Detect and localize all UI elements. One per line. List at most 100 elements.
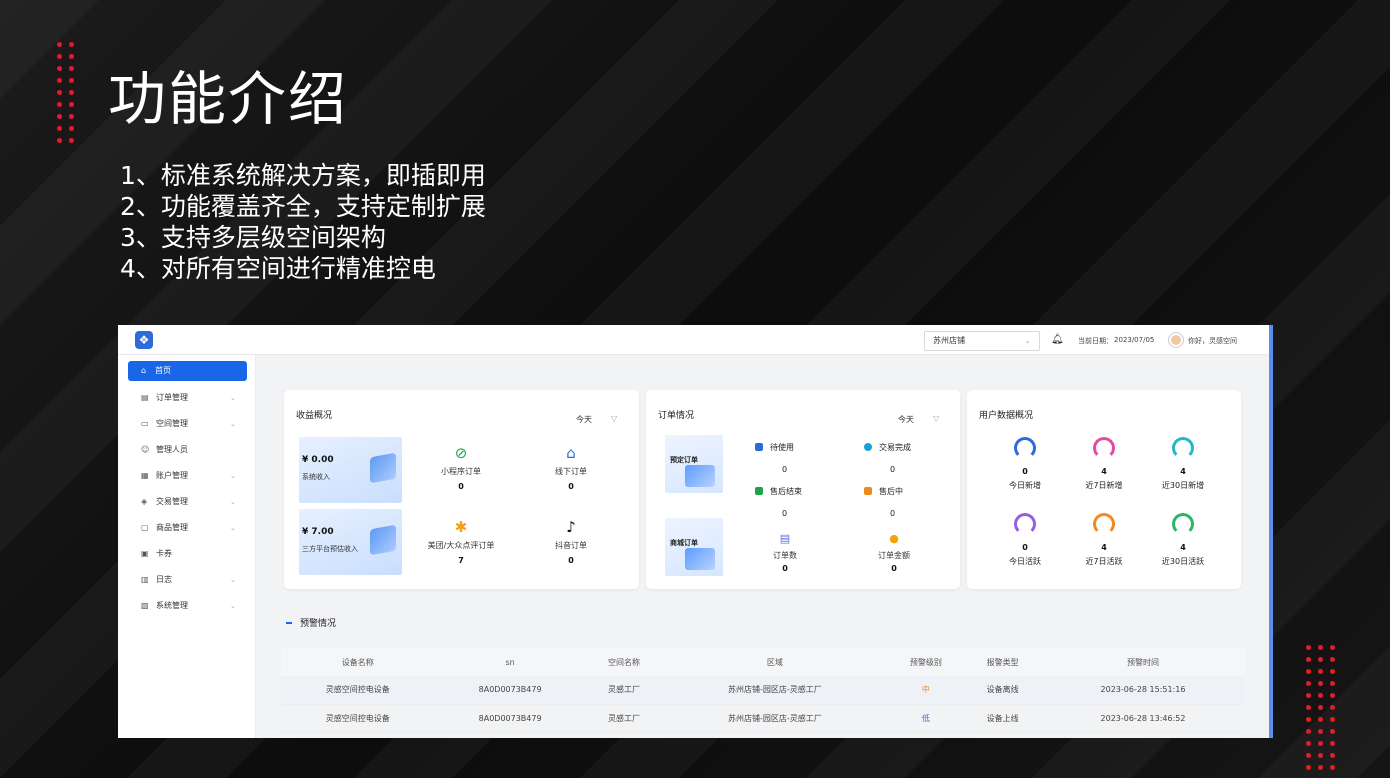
sidebar-item-label: 账户管理 xyxy=(156,471,188,480)
store-select[interactable]: 苏州店铺 ⌄ xyxy=(924,331,1040,351)
stat-label: 交易完成 xyxy=(879,443,911,452)
user-stat: 4 近30日活跃 xyxy=(1148,513,1218,567)
order-icon: ▤ xyxy=(141,393,149,402)
users-card: 用户数据概况 0 今日新增 4 近7日新增 4 近30日新增 0 今日活跃 4 … xyxy=(967,390,1241,589)
home-icon: ⌂ xyxy=(141,366,147,375)
column-header: 空间名称 xyxy=(585,648,663,676)
column-header: 设备名称 xyxy=(281,648,435,676)
booking-order-label: 预定订单 xyxy=(670,456,698,464)
user-stat-label: 近7日活跃 xyxy=(1085,557,1123,566)
filter-icon[interactable]: ▽ xyxy=(933,414,939,423)
sidebar-item-label: 首页 xyxy=(155,366,171,375)
trend-up-icon xyxy=(1014,437,1036,459)
sidebar-item-label: 空间管理 xyxy=(156,419,188,428)
date-filter[interactable]: 今天 xyxy=(576,414,592,425)
chevron-down-icon: ⌄ xyxy=(230,472,236,480)
metric-value: 0 xyxy=(782,564,788,573)
table-cell: 2023-06-28 13:46:52 xyxy=(1041,704,1245,733)
user-greeting[interactable]: 你好，灵感空间 xyxy=(1188,336,1237,346)
coin-icon: ● xyxy=(889,532,899,545)
heart-icon xyxy=(1014,513,1036,535)
feature-item: 1、标准系统解决方案，即插即用 xyxy=(120,161,486,190)
bell-icon[interactable]: 🔔︎ xyxy=(1051,334,1064,345)
date-filter[interactable]: 今天 xyxy=(898,414,914,425)
metric-value: 0 xyxy=(891,564,897,573)
sidebar-item-label: 商品管理 xyxy=(156,523,188,532)
metric-label: 订单数 xyxy=(773,551,797,560)
heart-icon xyxy=(1093,513,1115,535)
filter-icon[interactable]: ▽ xyxy=(611,414,617,423)
chart-illustration-icon xyxy=(370,524,396,556)
sidebar-item-label: 日志 xyxy=(156,575,172,584)
chevron-down-icon: ⌄ xyxy=(230,576,236,584)
heart-icon xyxy=(1172,513,1194,535)
user-stat-label: 近7日新增 xyxy=(1085,481,1123,490)
app-logo-icon[interactable]: ❖ xyxy=(135,331,153,349)
user-stat: 0 今日活跃 xyxy=(990,513,1060,567)
table-row[interactable]: 灵感空间控电设备 8A0D0073B479 灵感工厂 苏州店铺-园区店-灵感工厂… xyxy=(281,676,1245,705)
douyin-icon: ♪ xyxy=(566,518,576,536)
shield-icon: ◈ xyxy=(141,497,148,506)
laptop-illustration-icon xyxy=(685,548,715,570)
feature-list: 1、标准系统解决方案，即插即用 2、功能覆盖齐全，支持定制扩展 3、支持多层级空… xyxy=(120,160,486,284)
column-header: 区域 xyxy=(662,648,888,676)
stat-completed: 交易完成 xyxy=(864,442,911,453)
checkbox-icon xyxy=(755,443,763,451)
stat-value: 0 xyxy=(782,509,788,518)
sidebar-item-orders[interactable]: ▤ 订单管理 ⌄ xyxy=(118,385,255,411)
metric-value: 0 xyxy=(568,482,574,491)
meituan-icon: ✱ xyxy=(454,518,468,536)
mall-order-label: 商城订单 xyxy=(670,539,698,547)
log-icon: ▥ xyxy=(141,575,149,584)
slide-title: 功能介绍 xyxy=(108,65,349,133)
app-screenshot: ❖ 苏州店铺 ⌄ 🔔︎ 当前日期： 2023/07/05 你好，灵感空间 ⌂ 首… xyxy=(118,325,1273,738)
user-stat: 0 今日新增 xyxy=(990,437,1060,491)
table-cell: 8A0D0073B479 xyxy=(434,704,586,733)
card-title: 用户数据概况 xyxy=(979,411,1034,421)
metric-label: 抖音订单 xyxy=(555,541,587,550)
sidebar-item-transactions[interactable]: ◈ 交易管理 ⌄ xyxy=(118,489,255,515)
sidebar-item-logs[interactable]: ▥ 日志 ⌄ xyxy=(118,567,255,593)
sidebar-item-system[interactable]: ▧ 系统管理 ⌄ xyxy=(118,593,255,619)
metric-value: 0 xyxy=(568,556,574,565)
decorative-dots-left xyxy=(57,42,74,143)
aftersale-ongoing-icon xyxy=(864,487,872,495)
metric-label: 线下订单 xyxy=(555,467,587,476)
sidebar-item-label: 系统管理 xyxy=(156,601,188,610)
third-party-income-banner: ¥ 7.00 三方平台预估收入 xyxy=(299,509,402,575)
table-row[interactable]: 灵感空间控电设备 8A0D0073B479 灵感工厂 苏州店铺-园区店-灵感工厂… xyxy=(281,704,1245,733)
sidebar-item-goods[interactable]: ▢ 商品管理 ⌄ xyxy=(118,515,255,541)
column-header: 报警类型 xyxy=(964,648,1042,676)
sidebar-item-home[interactable]: ⌂ 首页 xyxy=(128,361,247,381)
user-stat-value: 4 xyxy=(1180,467,1186,476)
sidebar-item-spaces[interactable]: ▭ 空间管理 ⌄ xyxy=(118,411,255,437)
section-marker xyxy=(286,622,292,624)
user-stat-value: 0 xyxy=(1022,467,1028,476)
stat-aftersale-ongoing: 售后中 xyxy=(864,486,903,497)
sidebar-item-accounts[interactable]: ▦ 账户管理 ⌄ xyxy=(118,463,255,489)
avatar[interactable] xyxy=(1169,333,1183,347)
metric-value: 0 xyxy=(458,482,464,491)
sidebar-item-staff[interactable]: ☺ 管理人员 xyxy=(118,437,255,463)
metric-douyin-orders: ♪ 抖音订单 0 xyxy=(526,518,616,565)
sidebar-item-label: 交易管理 xyxy=(156,497,188,506)
sidebar-item-coupons[interactable]: ▣ 卡券 xyxy=(118,541,255,567)
stat-value: 0 xyxy=(890,465,896,474)
table-cell: 灵感工厂 xyxy=(585,676,663,705)
store-icon: ⌂ xyxy=(566,444,576,462)
table-cell: 灵感工厂 xyxy=(585,704,663,733)
stat-aftersale-done: 售后结束 xyxy=(755,486,802,497)
sidebar-item-label: 订单管理 xyxy=(156,393,188,402)
user-stat: 4 近30日新增 xyxy=(1148,437,1218,491)
user-stat: 4 近7日新增 xyxy=(1069,437,1139,491)
feature-item: 3、支持多层级空间架构 xyxy=(120,223,386,252)
stat-label: 售后中 xyxy=(879,487,903,496)
clipboard-illustration-icon xyxy=(685,465,715,487)
feature-item: 2、功能覆盖齐全，支持定制扩展 xyxy=(120,192,486,221)
stat-value: 0 xyxy=(890,509,896,518)
chevron-down-icon: ⌄ xyxy=(1024,336,1031,345)
metric-label: 订单金额 xyxy=(878,551,910,560)
metric-label: 美团/大众点评订单 xyxy=(427,541,495,550)
alerts-table: 设备名称 sn 空间名称 区域 预警级别 报警类型 预警时间 灵感空间控电设备 … xyxy=(281,648,1245,733)
stat-label: 售后结束 xyxy=(770,487,802,496)
